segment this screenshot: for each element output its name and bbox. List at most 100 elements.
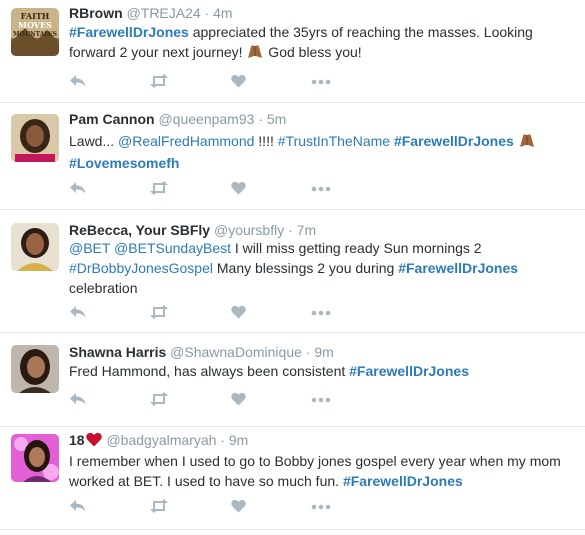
like-button[interactable] [231,499,246,515]
avatar-image: FAITH MOVES MOUNTAINS [11,8,59,56]
avatar-image [11,114,59,162]
mention-link[interactable]: @BETSundayBest [114,240,231,256]
tweet-header: Shawna Harris @ShawnaDominique · 9m [69,343,577,361]
avatar-image [11,434,59,482]
avatar[interactable]: FAITH MOVES MOUNTAINS [11,8,59,56]
tweet-header: 18 @badgyalmaryah · 9m [69,431,577,451]
heart-icon [231,74,246,88]
tweet-item[interactable]: Pam Cannon @queenpam93 · 5m Lawd... @Rea… [0,103,585,210]
tweet-header: Pam Cannon @queenpam93 · 5m [69,110,577,128]
more-icon [311,186,331,192]
tweet-text: I remember when I used to go to Bobby jo… [69,451,573,491]
retweet-icon [150,392,168,406]
like-button[interactable] [231,305,246,321]
praying-hands-emoji-icon [518,132,536,153]
separator: · [258,111,263,127]
retweet-button[interactable] [149,305,169,321]
mention-link[interactable]: @RealFredHammond [118,133,254,149]
avatar[interactable] [11,114,59,162]
retweet-button[interactable] [149,181,169,197]
retweet-button[interactable] [149,499,169,515]
avatar-image [11,223,59,271]
reply-button[interactable] [69,499,87,515]
tweet-header: RBrown @TREJA24 · 4m [69,4,577,22]
hashtag-link[interactable]: #TrustInTheName [278,133,390,149]
timestamp[interactable]: 4m [213,5,232,21]
reply-button[interactable] [69,74,87,90]
reply-button[interactable] [69,392,87,408]
reply-button[interactable] [69,305,87,321]
like-button[interactable] [231,392,246,408]
tweet-timeline: FAITH MOVES MOUNTAINS RBrown @TREJA24 · … [0,0,585,535]
tweet-actions [69,74,349,90]
hashtag-link[interactable]: #Lovemesomefh [69,155,179,171]
display-name[interactable]: RBrown [69,5,123,21]
timestamp[interactable]: 9m [314,344,333,360]
timestamp[interactable]: 9m [229,432,248,448]
like-button[interactable] [231,181,246,197]
display-name[interactable]: 18 [69,432,85,448]
more-icon [311,310,331,316]
more-button[interactable] [311,181,331,197]
like-button[interactable] [231,74,246,90]
hashtag-link[interactable]: #FarewellDrJones [69,24,189,40]
heart-icon [231,499,246,513]
hashtag-link[interactable]: #FarewellDrJones [394,133,514,149]
hashtag-link[interactable]: #FarewellDrJones [343,473,463,489]
tweet-text: @BET @BETSundayBest I will miss getting … [69,238,573,298]
more-button[interactable] [311,392,331,408]
reply-icon [70,75,86,87]
tweet-text-segment: !!!! [254,133,278,149]
username[interactable]: @ShawnaDominique [170,344,302,360]
more-button[interactable] [311,499,331,515]
display-name[interactable]: ReBecca, Your SBFly [69,222,210,238]
avatar[interactable] [11,223,59,271]
timestamp[interactable]: 7m [297,222,316,238]
username[interactable]: @badgyalmaryah [106,432,216,448]
more-button[interactable] [311,305,331,321]
mention-link[interactable]: @BET [69,240,110,256]
tweet-item[interactable]: FAITH MOVES MOUNTAINS RBrown @TREJA24 · … [0,0,585,103]
more-button[interactable] [311,74,331,90]
retweet-icon [150,499,168,513]
avatar[interactable] [11,345,59,393]
avatar[interactable] [11,434,59,482]
retweet-icon [150,305,168,319]
timestamp[interactable]: 5m [267,111,286,127]
more-icon [311,504,331,510]
tweet-actions [69,305,349,321]
retweet-button[interactable] [149,392,169,408]
display-name[interactable]: Pam Cannon [69,111,155,127]
reply-button[interactable] [69,181,87,197]
tweet-header: ReBecca, Your SBFly @yoursbfly · 7m [69,221,577,239]
tweet-text: #FarewellDrJones appreciated the 35yrs o… [69,22,573,64]
red-heart-emoji-icon [85,432,103,451]
hashtag-link[interactable]: #FarewellDrJones [398,260,518,276]
tweet-text: Lawd... @RealFredHammond !!!! #TrustInTh… [69,131,573,173]
tweet-text-segment: I will miss getting ready Sun mornings 2 [231,240,482,256]
heart-icon [231,305,246,319]
tweet-text-segment: I remember when I used to go to Bobby jo… [69,453,561,489]
retweet-icon [150,74,168,88]
separator: · [220,432,225,448]
reply-icon [70,393,86,405]
avatar-image [11,345,59,393]
hashtag-link[interactable]: #DrBobbyJonesGospel [69,260,213,276]
tweet-item[interactable]: ReBecca, Your SBFly @yoursbfly · 7m @BET… [0,210,585,333]
username[interactable]: @TREJA24 [127,5,201,21]
reply-icon [70,182,86,194]
avatar-text-line: MOUNTAINS [13,31,57,38]
hashtag-link[interactable]: #FarewellDrJones [349,363,469,379]
retweet-button[interactable] [149,74,169,90]
tweet-item[interactable]: 18 @badgyalmaryah · 9m I remember when I… [0,427,585,530]
more-icon [311,79,331,85]
username[interactable]: @queenpam93 [158,111,254,127]
reply-icon [70,306,86,318]
display-name[interactable]: Shawna Harris [69,344,166,360]
username[interactable]: @yoursbfly [214,222,284,238]
tweet-text-segment: Lawd... [69,133,119,149]
separator: · [204,5,210,21]
reply-icon [70,500,86,512]
tweet-text: Fred Hammond, has always been consistent… [69,361,573,381]
tweet-item[interactable]: Shawna Harris @ShawnaDominique · 9m Fred… [0,333,585,427]
